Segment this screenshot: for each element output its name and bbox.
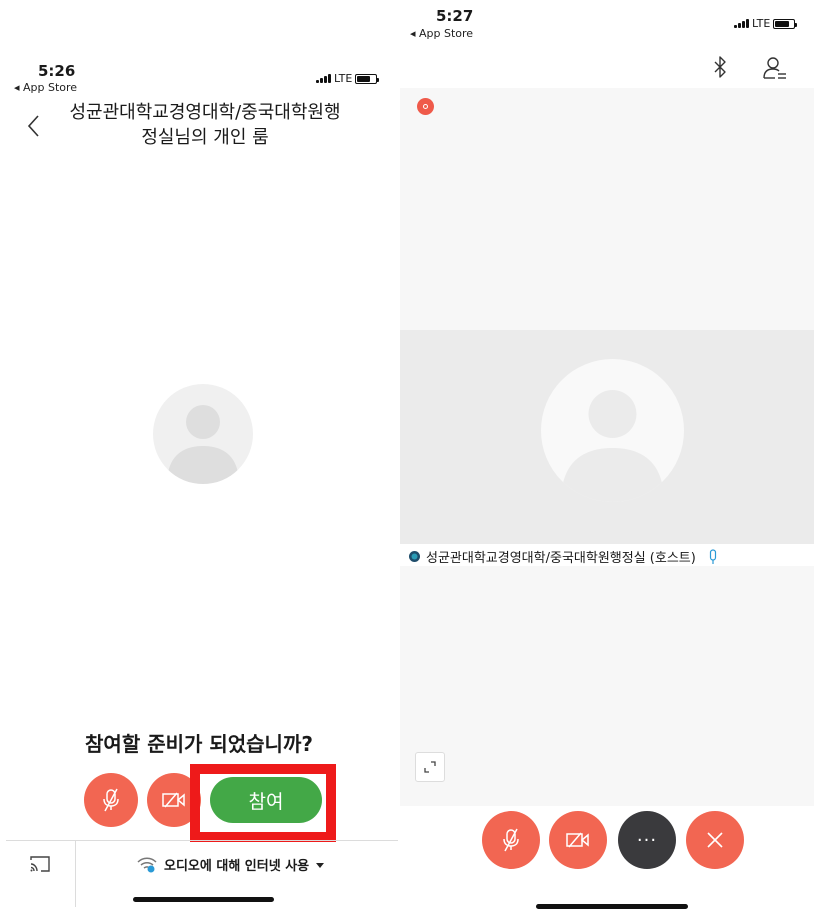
person-silhouette-icon: [561, 390, 664, 502]
expand-icon: [424, 761, 436, 773]
host-avatar: [541, 359, 684, 502]
host-name-label: 성균관대학교경영대학/중국대학원행정실 (호스트): [408, 547, 719, 566]
in-meeting-screen: 5:27 ◂ App Store LTE 성균관대학교경영대학/중국대학원행정실…: [400, 0, 814, 914]
wifi-icon: [137, 857, 157, 872]
back-to-app-store-link[interactable]: ◂ App Store: [410, 27, 473, 40]
footer-vertical-divider: [75, 841, 76, 907]
video-off-icon: [566, 832, 589, 848]
leave-meeting-button[interactable]: [686, 811, 744, 869]
back-button[interactable]: [24, 112, 44, 140]
mute-microphone-button[interactable]: [482, 811, 540, 869]
status-indicators: LTE: [734, 17, 798, 30]
audio-option-label: 오디오에 대해 인터넷 사용: [164, 859, 310, 874]
network-type: LTE: [334, 72, 353, 85]
host-status-icon: [409, 551, 420, 562]
person-silhouette-icon: [167, 405, 239, 484]
top-video-tile: [400, 88, 814, 330]
bluetooth-icon: [714, 56, 726, 78]
join-button[interactable]: 참여: [210, 777, 322, 823]
microphone-muted-icon: [103, 788, 119, 812]
more-options-button[interactable]: ···: [618, 811, 676, 869]
battery-icon: [773, 18, 798, 29]
ready-to-join-prompt: 참여할 준비가 되었습니까?: [85, 732, 313, 756]
pre-join-screen: 5:26 ◂ App Store LTE 성균관대학교경영대학/중국대학원행 정…: [0, 0, 398, 914]
microphone-muted-icon: [503, 828, 519, 852]
room-title-line-1: 성균관대학교경영대학/중국대학원행: [69, 102, 341, 123]
self-avatar: [153, 384, 253, 484]
signal-strength-icon: [734, 19, 749, 28]
participants-icon: [763, 57, 786, 79]
host-name: 성균관대학교경영대학/중국대학원행정실 (호스트): [426, 551, 696, 566]
room-title-line-2: 정실님의 개인 룸: [141, 127, 269, 148]
back-to-app-store-link[interactable]: ◂ App Store: [14, 81, 77, 94]
video-off-icon: [162, 792, 185, 808]
cast-button[interactable]: [28, 853, 52, 875]
participants-button[interactable]: [761, 54, 789, 82]
mute-microphone-button[interactable]: [84, 773, 138, 827]
bottom-video-tile: [400, 566, 814, 806]
recording-icon: [417, 98, 434, 115]
room-title: 성균관대학교경영대학/중국대학원행 정실님의 개인 룸: [55, 100, 355, 150]
status-time: 5:26: [38, 62, 76, 80]
bluetooth-button[interactable]: [710, 54, 730, 82]
signal-strength-icon: [316, 74, 331, 83]
more-icon: ···: [636, 829, 658, 851]
cast-screen-icon: [30, 856, 50, 872]
home-indicator[interactable]: [133, 897, 274, 902]
expand-view-button[interactable]: [415, 752, 445, 782]
network-type: LTE: [752, 17, 771, 30]
audio-option-selector[interactable]: 오디오에 대해 인터넷 사용: [136, 855, 325, 874]
chevron-down-icon: [316, 862, 325, 868]
back-chevron-icon: [27, 115, 39, 137]
status-time: 5:27: [436, 7, 474, 25]
stop-video-button[interactable]: [549, 811, 607, 869]
home-indicator[interactable]: [536, 904, 688, 909]
footer-divider: [6, 840, 398, 841]
status-indicators: LTE: [316, 72, 380, 85]
close-icon: [707, 832, 723, 848]
battery-icon: [355, 73, 380, 84]
microphone-icon: [709, 548, 716, 564]
active-speaker-video[interactable]: [400, 330, 814, 544]
